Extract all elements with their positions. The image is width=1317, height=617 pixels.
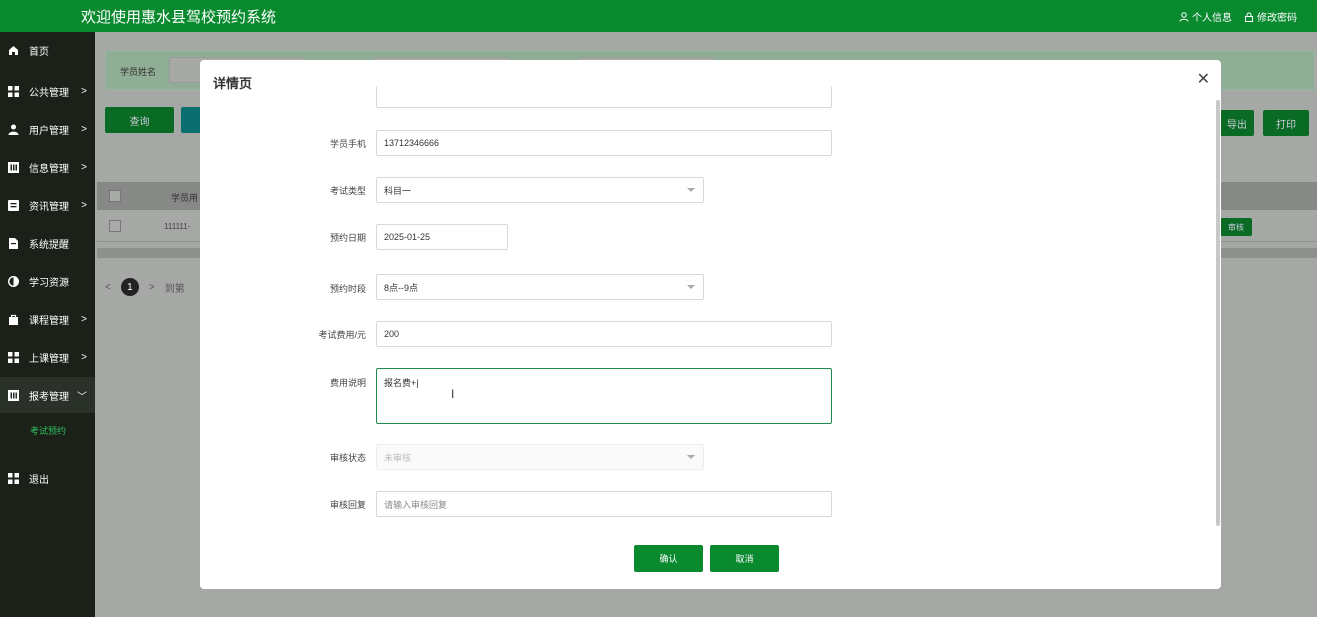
sidebar-item-resources[interactable]: 学习资源: [0, 263, 95, 299]
sidebar-item-label: 报考管理: [29, 391, 69, 403]
chevron-right-icon: >: [81, 351, 87, 363]
profile-link[interactable]: 个人信息: [1179, 9, 1232, 24]
chevron-down-icon: [687, 455, 695, 459]
audit-button[interactable]: 审核: [1220, 218, 1252, 236]
change-password-label: 修改密码: [1257, 13, 1297, 24]
sidebar-item-users[interactable]: 用户管理 >: [0, 111, 95, 147]
text-cursor-icon: I: [451, 387, 455, 401]
select-all-checkbox[interactable]: [109, 190, 121, 202]
exam-type-value: 科目一: [384, 185, 412, 196]
page-number[interactable]: 1: [120, 278, 139, 296]
chevron-right-icon: >: [81, 199, 87, 211]
chevron-right-icon: >: [81, 123, 87, 135]
sidebar-item-exam[interactable]: 报考管理 ﹀: [0, 377, 95, 413]
app-title: 欢迎使用惠水县驾校预约系统: [81, 9, 277, 26]
user-icon: [7, 123, 19, 135]
sidebar-item-label: 用户管理: [29, 125, 69, 137]
sidebar: 首页 公共管理 > 用户管理 > 信息管理 > 资讯管理 > 系统提醒 学习资源…: [0, 32, 95, 617]
modal-title: 详情页: [213, 76, 253, 91]
confirm-button[interactable]: 确认: [634, 545, 703, 572]
chevron-down-icon: ﹀: [77, 391, 87, 403]
sidebar-item-label: 系统提醒: [29, 239, 69, 251]
home-icon: [7, 44, 19, 56]
exam-type-label: 考试类型: [329, 186, 366, 196]
cancel-button[interactable]: 取消: [710, 545, 779, 572]
sidebar-item-classes[interactable]: 上课管理 >: [0, 339, 95, 375]
sidebar-item-label: 信息管理: [29, 163, 69, 175]
row-checkbox[interactable]: [109, 220, 121, 232]
reply-field[interactable]: 请输入审核回复: [376, 491, 832, 517]
goto-label: 到第: [164, 283, 185, 295]
exam-type-select[interactable]: 科目一: [376, 177, 704, 203]
print-button[interactable]: 打印: [1263, 110, 1309, 136]
scrolled-field[interactable]: [376, 86, 832, 108]
contrast-icon: [7, 275, 19, 287]
date-label: 预约日期: [329, 233, 366, 243]
chevron-right-icon: >: [81, 85, 87, 97]
search-label: 学员姓名: [120, 67, 157, 77]
fee-field[interactable]: 200: [376, 321, 832, 347]
sidebar-item-label: 资讯管理: [29, 201, 69, 213]
chevron-right-icon: >: [81, 313, 87, 325]
sidebar-item-reminder[interactable]: 系统提醒: [0, 225, 95, 261]
lock-icon: [1245, 12, 1253, 22]
sidebar-item-label: 公共管理: [29, 87, 69, 99]
sidebar-item-courses[interactable]: 课程管理 >: [0, 301, 95, 337]
grid-icon: [7, 472, 19, 484]
phone-label: 学员手机: [329, 139, 366, 149]
status-value: 未审核: [384, 452, 412, 463]
date-field[interactable]: 2025-01-25: [376, 224, 508, 250]
sidebar-item-label: 学习资源: [29, 277, 69, 289]
chevron-down-icon: [687, 188, 695, 192]
profile-link-label: 个人信息: [1192, 13, 1232, 24]
panel-icon: [7, 389, 19, 401]
sidebar-item-home[interactable]: 首页: [0, 32, 95, 68]
sidebar-item-logout[interactable]: 退出: [0, 460, 95, 496]
grid-icon: [7, 351, 19, 363]
phone-field[interactable]: 13712346666: [376, 130, 832, 156]
top-header: 欢迎使用惠水县驾校预约系统 个人信息 修改密码: [0, 0, 1317, 32]
user-icon: [1179, 11, 1189, 22]
change-password-link[interactable]: 修改密码: [1244, 9, 1297, 24]
fee-label: 考试费用/元: [318, 330, 366, 340]
table-cell: 111111-: [164, 222, 191, 231]
export-button[interactable]: 导出: [1220, 110, 1254, 136]
query-button[interactable]: 查询: [105, 107, 174, 133]
grid-icon: [7, 85, 19, 97]
bell-icon: [7, 237, 19, 249]
vertical-scrollbar[interactable]: [1216, 100, 1220, 526]
status-label: 审核状态: [329, 453, 366, 463]
sidebar-subitem-exam-booking[interactable]: 考试预约: [0, 412, 95, 448]
sidebar-item-info[interactable]: 信息管理 >: [0, 149, 95, 185]
sidebar-item-label: 退出: [29, 474, 49, 486]
fee-note-textarea[interactable]: 报名费+|: [376, 368, 832, 424]
list-icon: [7, 199, 19, 211]
chevron-left-icon[interactable]: <: [105, 282, 111, 293]
sidebar-item-news[interactable]: 资讯管理 >: [0, 187, 95, 223]
bag-icon: [7, 313, 19, 325]
header-links: 个人信息 修改密码: [1179, 9, 1297, 24]
reply-label: 审核回复: [329, 500, 366, 510]
pagination: < 1 > 到第: [105, 278, 185, 296]
close-icon[interactable]: ✕: [1197, 72, 1210, 88]
sidebar-item-label: 首页: [29, 46, 49, 58]
detail-modal: 详情页 ✕ 学员手机 13712346666 考试类型 科目一 预约日期 202…: [200, 60, 1221, 589]
add-button[interactable]: [181, 107, 201, 133]
sidebar-item-label: 上课管理: [29, 353, 69, 365]
slot-select[interactable]: 8点--9点: [376, 274, 704, 300]
sidebar-item-public[interactable]: 公共管理 >: [0, 73, 95, 109]
fee-note-label: 费用说明: [329, 378, 366, 388]
chevron-right-icon[interactable]: >: [149, 282, 155, 293]
slot-label: 预约时段: [329, 284, 366, 294]
column-header: 学员用: [171, 193, 199, 203]
slot-value: 8点--9点: [384, 282, 419, 293]
chevron-down-icon: [687, 285, 695, 289]
status-select: 未审核: [376, 444, 704, 470]
sidebar-item-label: 课程管理: [29, 315, 69, 327]
panel-icon: [7, 161, 19, 173]
chevron-right-icon: >: [81, 161, 87, 173]
